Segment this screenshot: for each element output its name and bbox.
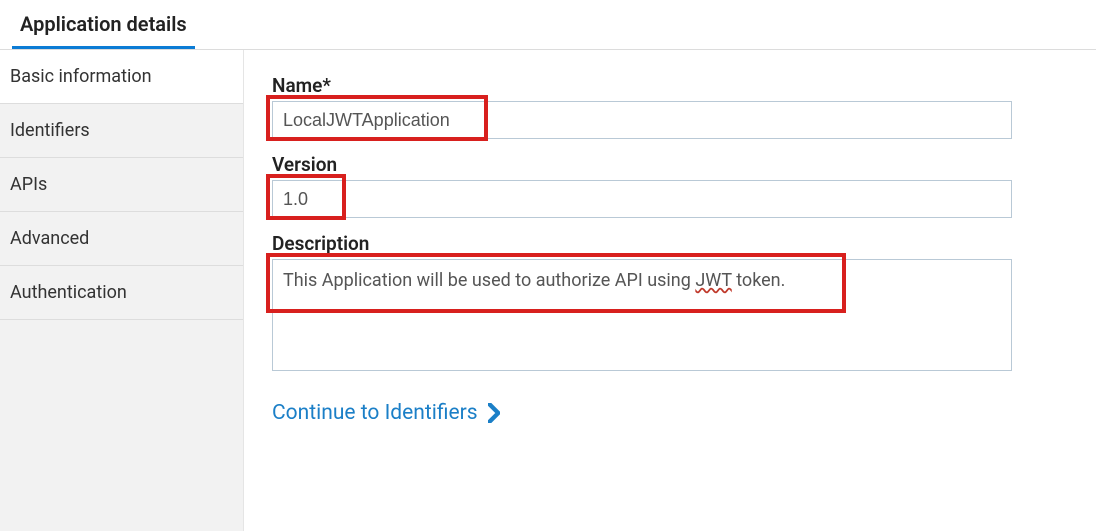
- sidebar-item-advanced[interactable]: Advanced: [0, 212, 243, 266]
- sidebar-item-label: APIs: [10, 174, 47, 195]
- input-name[interactable]: [272, 101, 1012, 139]
- label-version: Version: [272, 153, 1068, 176]
- sidebar-item-identifiers[interactable]: Identifiers: [0, 104, 243, 158]
- input-description[interactable]: This Application will be used to authori…: [272, 259, 1012, 371]
- sidebar-item-basic-information[interactable]: Basic information: [0, 50, 243, 104]
- continue-label: Continue to Identifiers: [272, 401, 478, 425]
- sidebar-item-label: Basic information: [10, 66, 152, 87]
- tab-bar: Application details: [0, 0, 1096, 50]
- label-name: Name*: [272, 74, 1068, 97]
- description-text-pre: This Application will be used to authori…: [283, 270, 695, 291]
- sidebar-item-apis[interactable]: APIs: [0, 158, 243, 212]
- sidebar-item-label: Identifiers: [10, 120, 90, 141]
- sidebar-item-label: Advanced: [10, 228, 89, 249]
- description-text-spell: JWT: [695, 270, 731, 291]
- tab-label: Application details: [20, 12, 187, 36]
- chevron-right-icon: [488, 403, 500, 423]
- label-description: Description: [272, 232, 1068, 255]
- input-version[interactable]: [272, 180, 1012, 218]
- main-panel: Name* Version Description This Applicati…: [244, 50, 1096, 531]
- tab-application-details[interactable]: Application details: [12, 0, 195, 49]
- sidebar-item-label: Authentication: [10, 282, 127, 303]
- description-text-post: token.: [732, 270, 786, 291]
- link-continue-identifiers[interactable]: Continue to Identifiers: [272, 401, 500, 425]
- field-name: Name*: [272, 74, 1068, 139]
- field-version: Version: [272, 153, 1068, 218]
- sidebar-item-authentication[interactable]: Authentication: [0, 266, 243, 320]
- field-description: Description This Application will be use…: [272, 232, 1068, 371]
- sidebar: Basic information Identifiers APIs Advan…: [0, 50, 244, 531]
